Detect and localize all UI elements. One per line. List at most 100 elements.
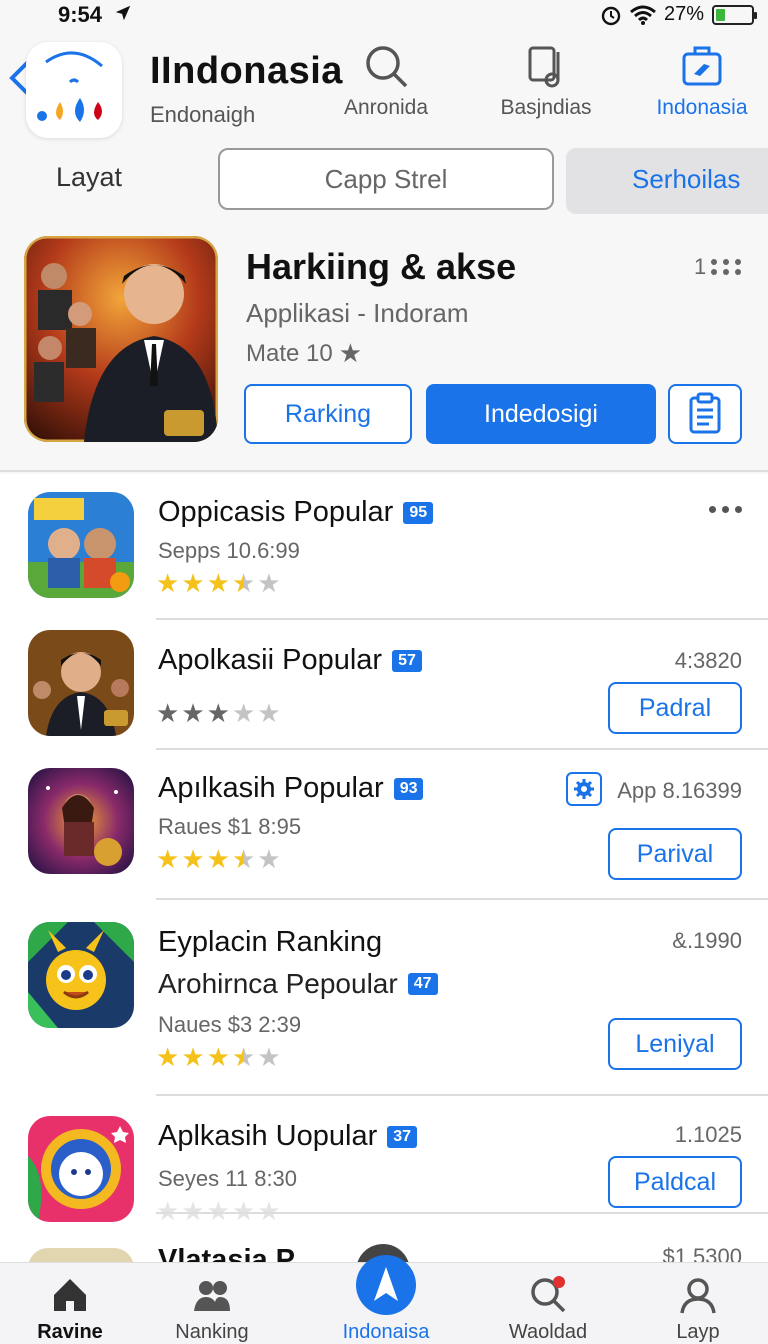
clipboard-icon xyxy=(689,392,721,434)
star-icon: ★ xyxy=(181,1042,205,1072)
more-icon[interactable] xyxy=(709,506,742,513)
search-icon xyxy=(366,46,408,88)
tab-layp[interactable]: Layp xyxy=(638,1275,758,1344)
battery-percent: 27% xyxy=(663,3,704,25)
location-arrow-icon xyxy=(115,5,131,21)
profile-icon xyxy=(680,1278,716,1314)
settings-icon[interactable] xyxy=(566,772,602,806)
app-subtitle-text: Arohirnca Pepoular xyxy=(158,968,398,999)
app-version: App 8.16399 xyxy=(617,778,742,803)
star-rating: ★ ★ ★ ★ ★ xyxy=(156,570,281,596)
star-icon: ★ xyxy=(257,568,281,598)
grid-dots-icon xyxy=(711,259,742,275)
app-size: 1.1025 xyxy=(674,1122,742,1147)
star-icon: ★ xyxy=(231,844,256,874)
list-item[interactable]: Apolkasii Popular 57 ★ ★ ★ ★ ★ 4:3820 Padral xyxy=(0,620,768,750)
list-item[interactable]: Apılkasih Popular 93 Raues $1 8:95 ★ ★ ★ ★ ★ … xyxy=(0,750,768,900)
featured-rating: Mate 10 ★ xyxy=(246,338,362,369)
app-subtitle: Arohirnca Pepoular 47 xyxy=(158,968,438,1000)
app-title-text: Oppicasis Popular xyxy=(158,496,394,528)
app-meta: Sepps 10.6:99 xyxy=(158,538,300,563)
rank-badge: 57 xyxy=(392,649,422,672)
star-rating: ★ ★ ★ ★ ★ xyxy=(156,1044,281,1070)
tab-label: Ravine xyxy=(37,1321,103,1343)
app-title: Vlatasia P xyxy=(158,1244,296,1264)
header-tab-anronida[interactable]: Anronida xyxy=(334,42,438,120)
star-icon: ★ xyxy=(257,698,281,728)
header-tab-label: Indonasia xyxy=(656,96,748,119)
star-icon: ★ xyxy=(338,338,363,368)
header-tab-label: Basjndias xyxy=(500,96,592,119)
app-title-text: Aplkasih Uopular xyxy=(158,1120,378,1152)
status-bar: 9:54 27% xyxy=(0,0,768,30)
home-icon xyxy=(54,1279,86,1311)
briefcase-icon xyxy=(682,46,722,86)
app-title-text: Apılkasih Popular xyxy=(158,772,384,804)
navigation-fab[interactable] xyxy=(356,1255,416,1315)
app-title: Aplkasih Uopular 37 xyxy=(158,1120,418,1153)
star-icon: ★ xyxy=(156,1042,180,1072)
star-icon: ★ xyxy=(231,1042,256,1072)
star-icon: ★ xyxy=(231,568,256,598)
app-title: Apılkasih Popular 93 xyxy=(158,772,424,805)
get-button[interactable]: Leniyal xyxy=(608,1018,742,1070)
tab-indonaisa[interactable]: Indonaisa xyxy=(326,1255,446,1344)
status-time: 9:54 xyxy=(58,2,103,27)
featured-count[interactable]: 1 xyxy=(694,254,746,280)
tab-label: Layp xyxy=(676,1321,720,1343)
music-note-icon xyxy=(528,46,560,88)
app-size: &.1990 xyxy=(672,928,742,953)
list-item[interactable]: Aplkasih Uopular 37 Seyes 11 8:30 ★ ★ ★ ★ ★ 1… xyxy=(0,1096,768,1224)
get-button[interactable]: Padral xyxy=(608,682,742,734)
app-title-text: Apolkasii Popular xyxy=(158,644,383,676)
app-logo xyxy=(26,42,122,138)
rank-badge: 93 xyxy=(393,777,424,800)
app-header: IIndonasia Endonaigh Anronida Basjndias … xyxy=(0,30,768,140)
app-meta: Seyes 11 8:30 xyxy=(158,1166,298,1191)
get-button[interactable]: Paldcal xyxy=(608,1156,742,1208)
star-icon: ★ xyxy=(156,698,180,728)
list-item[interactable]: Eyplacin Ranking Arohirnca Pepoular 47 Na… xyxy=(0,900,768,1096)
header-tab-basjndias[interactable]: Basjndias xyxy=(494,42,598,120)
star-icon: ★ xyxy=(181,844,205,874)
tab-waoldad[interactable]: Waoldad xyxy=(488,1275,608,1344)
app-title: Eyplacin Ranking xyxy=(158,926,383,958)
bottom-tab-bar: Ravine Nanking Indonaisa Waoldad Layp xyxy=(0,1255,768,1344)
app-icon xyxy=(28,630,134,736)
app-meta: Raues $1 8:95 xyxy=(158,814,302,839)
star-icon: ★ xyxy=(257,1042,281,1072)
app-icon xyxy=(28,768,134,874)
star-icon: ★ xyxy=(206,568,230,598)
wifi-icon xyxy=(630,5,656,25)
clipboard-button[interactable] xyxy=(668,384,742,444)
tab-label: Indonaisa xyxy=(342,1321,430,1343)
segment-button[interactable]: Serhoilas xyxy=(566,148,768,214)
header-tab-indonasia[interactable]: Indonasia xyxy=(650,42,754,120)
app-icon xyxy=(28,922,134,1028)
star-icon: ★ xyxy=(206,698,230,728)
tab-label: Waoldad xyxy=(508,1321,588,1343)
star-icon: ★ xyxy=(231,698,256,728)
star-icon: ★ xyxy=(156,844,180,874)
featured-app-card[interactable]: Harkiing & akse Applikasi - Indoram Mate… xyxy=(0,222,768,472)
featured-app-icon xyxy=(24,236,218,442)
people-icon xyxy=(194,1281,230,1311)
app-size: $1 5300 xyxy=(662,1244,742,1264)
app-title: Apolkasii Popular 57 xyxy=(158,644,422,677)
featured-rating-text: Mate 10 xyxy=(246,339,333,367)
page-subtitle: Endonaigh xyxy=(150,102,256,127)
ranking-button[interactable]: Rarking xyxy=(244,384,412,444)
navigation-arrow-icon xyxy=(374,1267,398,1301)
filter-label: Layat xyxy=(56,162,123,192)
star-icon: ★ xyxy=(206,844,230,874)
list-item[interactable]: Oppicasis Popular 95 Sepps 10.6:99 ★ ★ ★ ★ ★ xyxy=(0,474,768,620)
get-button[interactable]: Parival xyxy=(608,828,742,880)
search-icon xyxy=(531,1276,566,1313)
tab-nanking[interactable]: Nanking xyxy=(152,1275,272,1344)
app-icon xyxy=(28,1116,134,1222)
star-icon: ★ xyxy=(257,844,281,874)
primary-action-button[interactable]: Indedosigi xyxy=(426,384,656,444)
search-input[interactable]: Capp Strel xyxy=(218,148,554,210)
page-title: IIndonasia xyxy=(150,50,343,92)
tab-ravine[interactable]: Ravine xyxy=(10,1275,130,1344)
